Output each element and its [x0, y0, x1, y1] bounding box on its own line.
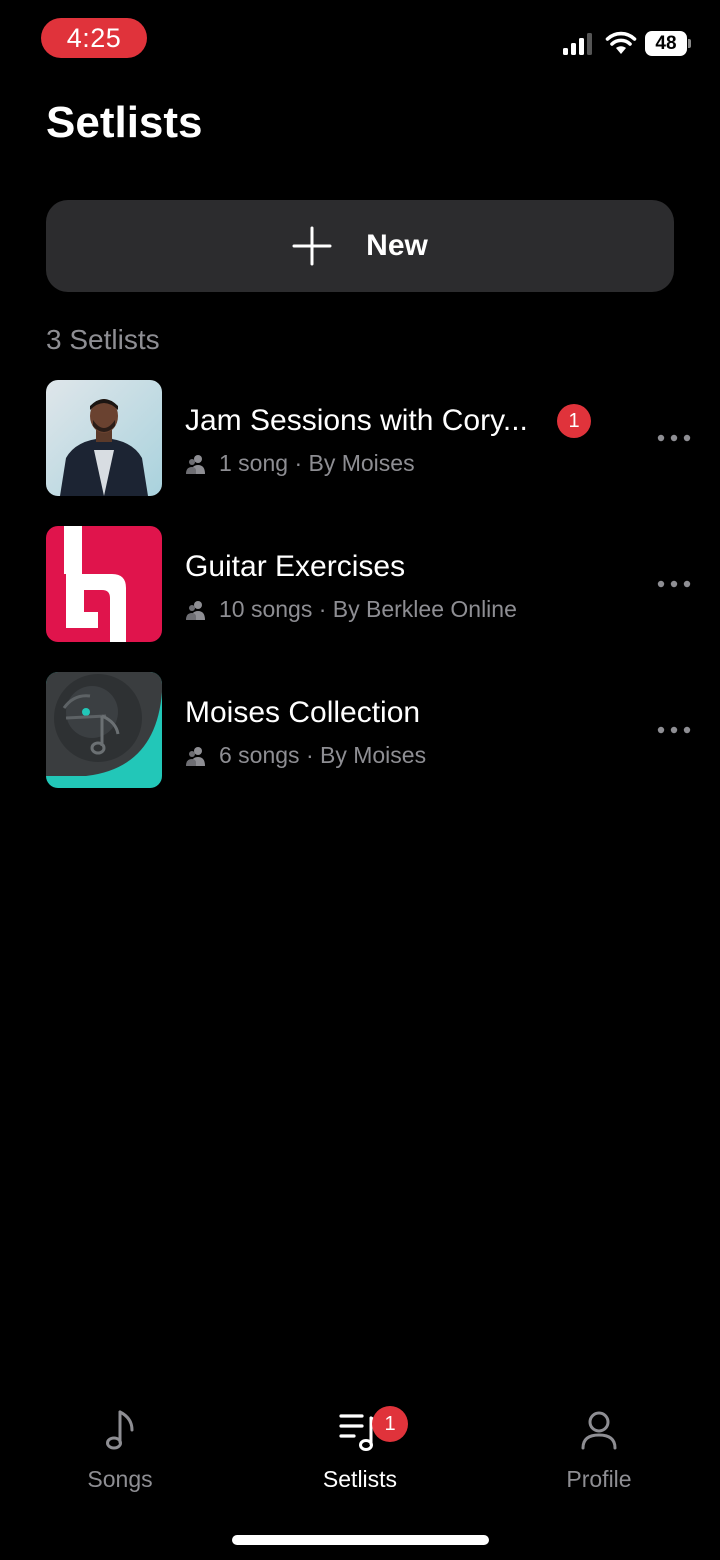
tab-profile[interactable]: Profile: [519, 1408, 679, 1498]
shared-users-icon: [186, 600, 205, 620]
setlist-item-jam-sessions[interactable]: Jam Sessions with Cory... 1 1 song · By …: [0, 380, 720, 498]
setlist-item-guitar-exercises[interactable]: Guitar Exercises 10 songs · By Berklee O…: [0, 526, 720, 644]
shared-users-icon: [186, 454, 205, 474]
shared-users-icon: [186, 746, 205, 766]
signal-icon: [563, 33, 592, 55]
setlist-item-moises-collection[interactable]: Moises Collection 6 songs · By Moises: [0, 672, 720, 790]
tab-setlists-label: Setlists: [322, 1466, 398, 1492]
berklee-logo-icon: [46, 526, 162, 642]
more-options-icon[interactable]: [654, 428, 694, 448]
tab-setlists-badge: 1: [372, 1406, 408, 1442]
music-note-icon: [106, 1410, 134, 1450]
setlist-meta-text: 1 song · By Moises: [219, 450, 415, 476]
setlist-meta: 10 songs · By Berklee Online: [185, 596, 517, 623]
vinyl-record-icon: [46, 672, 162, 788]
person-icon: [581, 1411, 617, 1450]
tab-profile-label: Profile: [566, 1466, 632, 1492]
setlist-title: Moises Collection: [185, 696, 421, 729]
battery-level: 48: [655, 33, 677, 54]
setlist-title: Jam Sessions with Cory...: [185, 404, 528, 437]
setlist-cover-moises-collection: [46, 672, 162, 788]
tab-songs-label: Songs: [87, 1466, 153, 1492]
more-options-icon[interactable]: [654, 720, 694, 740]
battery-tip: [688, 39, 691, 48]
cover-photo-image: [46, 380, 162, 496]
tab-setlists[interactable]: Setlists: [280, 1408, 440, 1498]
tab-songs[interactable]: Songs: [40, 1408, 200, 1498]
status-time[interactable]: 4:25: [41, 18, 147, 58]
setlist-cover-guitar-exercises: [46, 526, 162, 642]
new-songs-badge: 1: [557, 404, 591, 438]
wifi-icon: [605, 31, 637, 54]
new-setlist-button[interactable]: New: [46, 200, 674, 292]
more-options-icon[interactable]: [654, 574, 694, 594]
home-indicator[interactable]: [232, 1535, 489, 1545]
setlists-count: 3 Setlists: [46, 324, 160, 355]
setlist-meta: 6 songs · By Moises: [185, 742, 426, 769]
new-button-label: New: [366, 229, 428, 262]
setlist-meta: 1 song · By Moises: [185, 450, 415, 477]
battery-icon: 48: [645, 31, 691, 56]
plus-icon: [292, 226, 332, 266]
setlist-title: Guitar Exercises: [185, 550, 406, 583]
status-bar: 4:25 48: [0, 0, 720, 80]
page-title: Setlists: [46, 98, 203, 147]
setlist-meta-text: 10 songs · By Berklee Online: [219, 596, 517, 622]
setlist-cover-jam-sessions: [46, 380, 162, 496]
setlist-meta-text: 6 songs · By Moises: [219, 742, 427, 768]
